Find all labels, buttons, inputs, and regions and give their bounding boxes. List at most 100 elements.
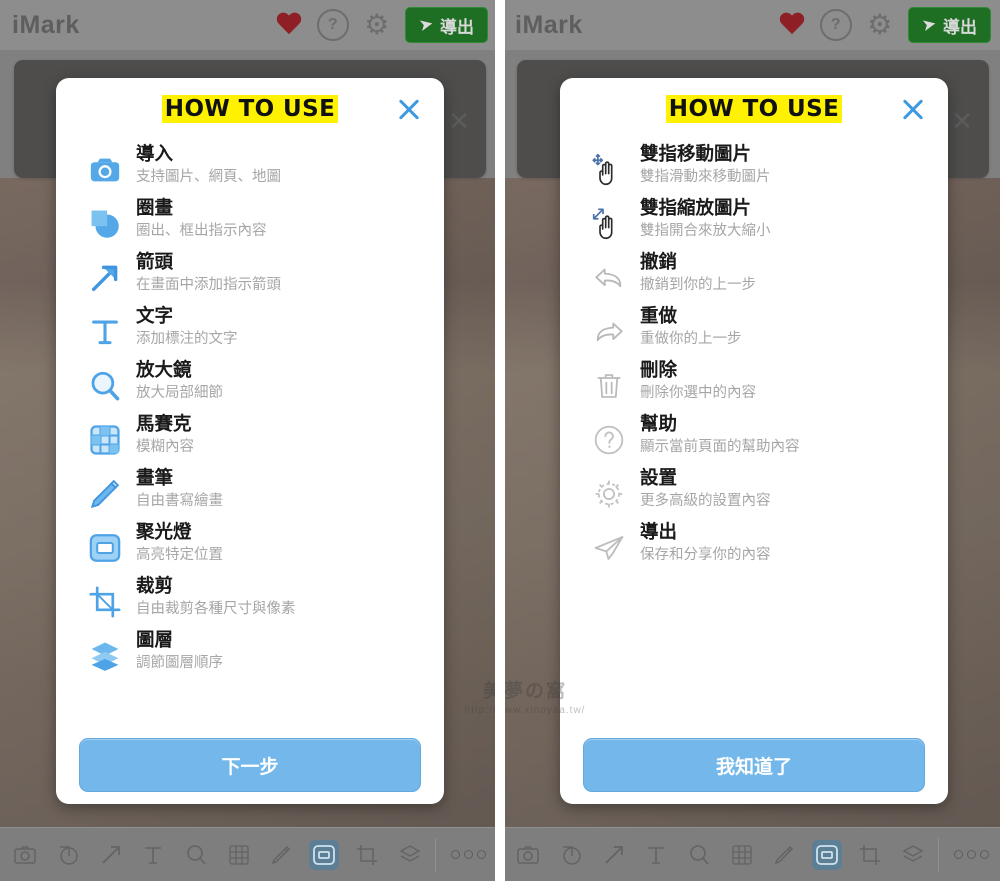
toolbar-pencil-icon[interactable] xyxy=(769,840,799,870)
item-desc: 自由裁剪各種尺寸與像素 xyxy=(136,601,296,617)
item-desc: 保存和分享你的內容 xyxy=(640,547,771,563)
item-title: 馬賽克 xyxy=(136,414,192,435)
trash-icon xyxy=(586,363,632,409)
toolbar-arrow-icon[interactable] xyxy=(599,840,629,870)
magnifier-icon xyxy=(82,363,128,409)
help-icon-glyph: ? xyxy=(316,9,349,41)
toolbar-text-icon[interactable] xyxy=(138,840,168,870)
arrow-icon xyxy=(82,255,128,301)
item-title: 導入 xyxy=(136,144,174,165)
item-desc: 調節圖層順序 xyxy=(136,655,223,671)
dialog-title: HOW TO USE xyxy=(665,95,843,123)
layers-icon xyxy=(82,633,128,679)
item-title: 設置 xyxy=(640,468,678,489)
toolbar-spotlight-icon[interactable] xyxy=(812,839,843,870)
toolbar-magnifier-icon[interactable] xyxy=(684,840,714,870)
list-item: 裁剪 自由裁剪各種尺寸與像素 xyxy=(56,576,444,630)
left-screenshot: iMark ? ⚙ ➤ 導出 ✕ ✕ xyxy=(0,0,497,881)
item-desc: 撤銷到你的上一步 xyxy=(640,277,756,293)
toolbar-layers-icon[interactable] xyxy=(395,840,425,870)
toolbar-pencil-icon[interactable] xyxy=(266,840,296,870)
item-title: 雙指移動圖片 xyxy=(640,144,752,165)
list-item: 畫筆 自由書寫繪畫 xyxy=(56,468,444,522)
item-desc: 在畫面中添加指示箭頭 xyxy=(136,277,281,293)
help-icon-glyph: ? xyxy=(819,9,852,41)
dialog-header: HOW TO USE xyxy=(56,78,444,140)
bottom-toolbar xyxy=(503,827,1000,881)
item-desc: 模糊內容 xyxy=(136,439,194,455)
list-item: 箭頭 在畫面中添加指示箭頭 xyxy=(56,252,444,306)
send-icon: ➤ xyxy=(919,13,938,36)
item-title: 聚光燈 xyxy=(136,522,192,543)
toolbar-camera-icon[interactable] xyxy=(513,840,543,870)
mosaic-icon xyxy=(82,417,128,463)
toolbar-camera-icon[interactable] xyxy=(10,840,40,870)
toolbar-spotlight-icon[interactable] xyxy=(309,839,340,870)
item-title: 裁剪 xyxy=(136,576,174,597)
toolbar-magnifier-icon[interactable] xyxy=(181,840,211,870)
dialog-footer: 我知道了 xyxy=(560,726,948,804)
help-icon[interactable]: ? xyxy=(311,3,355,47)
app-title: iMark xyxy=(12,10,80,39)
item-desc: 重做你的上一步 xyxy=(640,331,742,347)
pencil-icon xyxy=(82,471,128,517)
spotlight-icon xyxy=(82,525,128,571)
crop-icon xyxy=(82,579,128,625)
export-button[interactable]: ➤ 導出 xyxy=(907,7,991,43)
item-title: 撤銷 xyxy=(640,252,678,273)
done-button[interactable]: 我知道了 xyxy=(583,738,925,792)
item-desc: 更多高級的設置內容 xyxy=(640,493,771,509)
list-item: 圖層 調節圖層順序 xyxy=(56,630,444,684)
toolbar-crop-icon[interactable] xyxy=(352,840,382,870)
toolbar-shape-icon[interactable] xyxy=(556,840,586,870)
item-desc: 顯示當前頁面的幫助內容 xyxy=(640,439,800,455)
heart-icon[interactable] xyxy=(267,3,311,47)
export-button[interactable]: ➤ 導出 xyxy=(404,7,488,43)
heart-icon[interactable] xyxy=(770,3,814,47)
list-item: 雙指移動圖片 雙指滑動來移動圖片 xyxy=(560,144,948,198)
close-icon[interactable] xyxy=(900,96,926,122)
toolbar-mosaic-icon[interactable] xyxy=(224,840,254,870)
toolbar-crop-icon[interactable] xyxy=(855,840,885,870)
right-screenshot: iMark ? ⚙ ➤ 導出 ✕ ✕ xyxy=(503,0,1000,881)
help-icon[interactable]: ? xyxy=(814,3,858,47)
send-icon: ➤ xyxy=(416,13,435,36)
toolbar-mosaic-icon[interactable] xyxy=(727,840,757,870)
screenshot-separator xyxy=(495,0,505,881)
list-item: 重做 重做你的上一步 xyxy=(560,306,948,360)
undo-icon xyxy=(586,255,632,301)
feature-list: 導入 支持圖片、網頁、地圖 圈畫 圈出、框出指示內容 箭頭 在畫面中添加指示箭頭… xyxy=(56,140,444,726)
item-desc: 雙指滑動來移動圖片 xyxy=(640,169,771,185)
send-icon xyxy=(586,525,632,571)
close-icon[interactable] xyxy=(396,96,422,122)
shape-icon xyxy=(82,201,128,247)
item-desc: 圈出、框出指示內容 xyxy=(136,223,267,239)
toolbar-shape-icon[interactable] xyxy=(53,840,83,870)
item-desc: 刪除你選中的內容 xyxy=(640,385,756,401)
app-header: iMark ? ⚙ ➤ 導出 xyxy=(0,0,497,50)
how-to-use-dialog-page2: HOW TO USE 雙指移動圖片 雙指滑動來移動圖片 雙指縮放圖片 雙指開合來… xyxy=(560,78,948,804)
redo-icon xyxy=(586,309,632,355)
toolbar-arrow-icon[interactable] xyxy=(96,840,126,870)
text-icon xyxy=(82,309,128,355)
list-item: 導入 支持圖片、網頁、地圖 xyxy=(56,144,444,198)
next-button[interactable]: 下一步 xyxy=(79,738,421,792)
toolbar-more-icon[interactable] xyxy=(939,850,1000,859)
dialog-title: HOW TO USE xyxy=(161,95,339,123)
item-desc: 放大局部細節 xyxy=(136,385,223,401)
gear-icon[interactable]: ⚙ xyxy=(858,3,902,47)
list-item: 放大鏡 放大局部細節 xyxy=(56,360,444,414)
item-title: 重做 xyxy=(640,306,678,327)
screenshot-stage: iMark ? ⚙ ➤ 導出 ✕ ✕ xyxy=(0,0,1000,881)
toolbar-layers-icon[interactable] xyxy=(898,840,928,870)
toolbar-text-icon[interactable] xyxy=(641,840,671,870)
toolbar-more-icon[interactable] xyxy=(436,850,497,859)
item-desc: 自由書寫繪畫 xyxy=(136,493,223,509)
item-title: 箭頭 xyxy=(136,252,174,273)
gear-icon[interactable]: ⚙ xyxy=(355,3,399,47)
item-title: 畫筆 xyxy=(136,468,174,489)
item-desc: 支持圖片、網頁、地圖 xyxy=(136,169,281,185)
list-item: 幫助 顯示當前頁面的幫助內容 xyxy=(560,414,948,468)
list-item: 聚光燈 高亮特定位置 xyxy=(56,522,444,576)
list-item: 馬賽克 模糊內容 xyxy=(56,414,444,468)
